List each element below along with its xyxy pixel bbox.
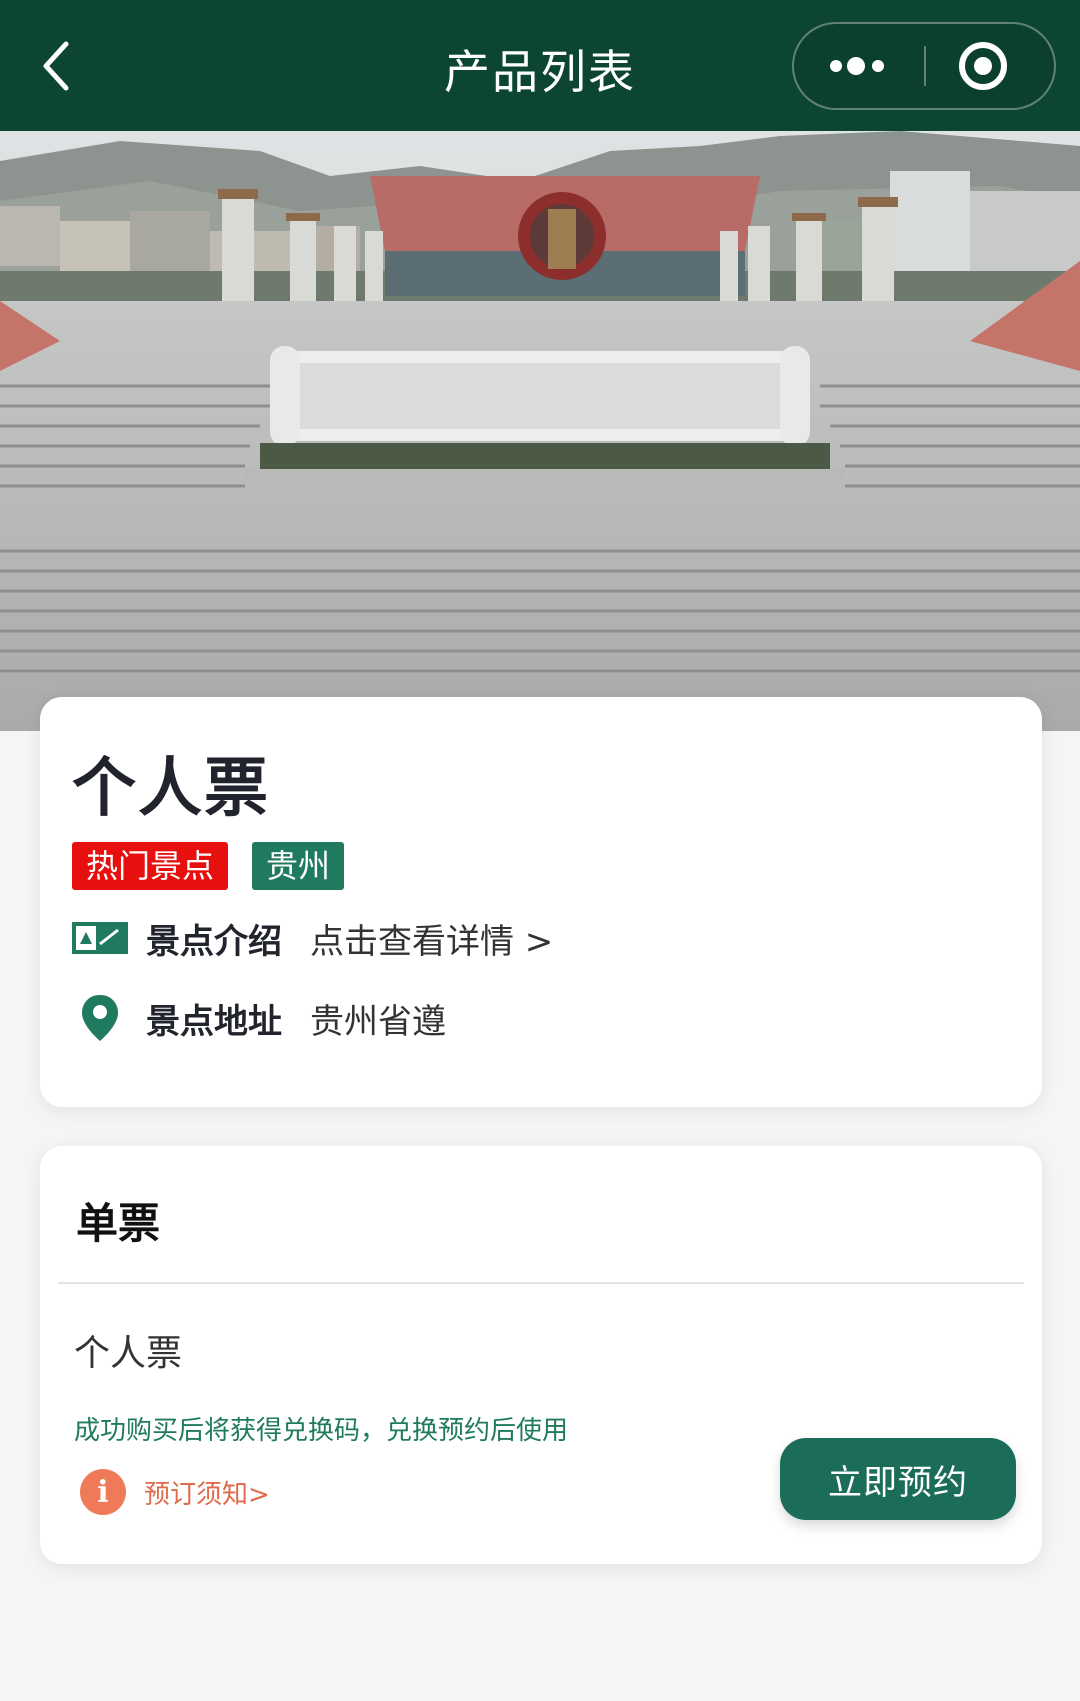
attraction-address-row: 景点地址 贵州省遵 [72, 988, 446, 1048]
page: 产品列表 个人票 热门景点 贵州 景点介绍 点击查看详情 > 景点地址 贵州省遵… [0, 0, 1080, 1701]
mini-program-capsule [792, 22, 1056, 110]
section-title: 单票 [76, 1199, 161, 1248]
attraction-intro-row[interactable]: 景点介绍 点击查看详情 > [72, 908, 553, 968]
product-name: 个人票 [74, 1333, 183, 1374]
booking-notice-link[interactable]: i 预订须知> [80, 1466, 270, 1518]
location-pin-icon [72, 990, 128, 1046]
attraction-title: 个人票 [72, 752, 270, 826]
more-button[interactable] [794, 24, 924, 108]
more-dots-icon [830, 57, 884, 75]
target-circle-icon [959, 42, 1007, 90]
booking-notice-label: 预订须知> [144, 1479, 270, 1510]
close-button[interactable] [926, 24, 1056, 108]
tag-hot-spot: 热门景点 [72, 842, 229, 890]
hero-image [0, 131, 1080, 731]
tag-region: 贵州 [252, 842, 345, 890]
info-icon: i [80, 1469, 126, 1515]
product-note: 成功购买后将获得兑换码，兑换预约后使用 [74, 1416, 569, 1446]
section-divider [58, 1282, 1024, 1284]
ticket-card: 单票 个人票 成功购买后将获得兑换码，兑换预约后使用 i 预订须知> 立即预约 [40, 1146, 1042, 1564]
book-now-button[interactable]: 立即预约 [780, 1438, 1016, 1520]
address-value: 贵州省遵 [310, 1001, 446, 1042]
address-label: 景点地址 [146, 1001, 282, 1042]
intro-link[interactable]: 点击查看详情 > [310, 914, 553, 963]
map-guide-icon [72, 910, 128, 966]
nav-header: 产品列表 [0, 0, 1080, 131]
intro-label: 景点介绍 [146, 921, 282, 962]
